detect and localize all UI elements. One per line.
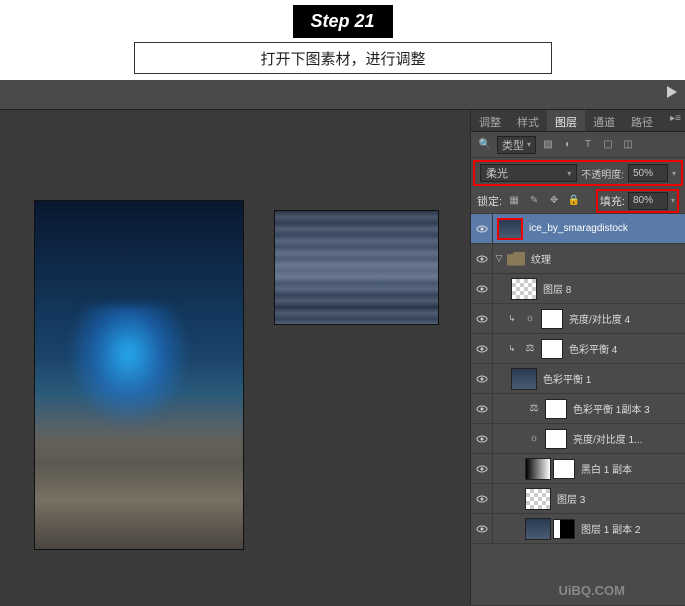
- lock-position-icon[interactable]: ✥: [546, 193, 562, 209]
- lock-transparent-icon[interactable]: ▦: [506, 193, 522, 209]
- filter-kind-select[interactable]: 类型 ▾: [497, 136, 536, 154]
- layer-row[interactable]: 图层 3: [471, 484, 685, 514]
- lock-pixels-icon[interactable]: ✎: [526, 193, 542, 209]
- layer-name: 色彩平衡 4: [569, 341, 617, 356]
- blend-mode-value: 柔光: [486, 165, 508, 181]
- fill-value: 80%: [633, 195, 653, 206]
- chevron-down-icon[interactable]: ▾: [672, 169, 676, 178]
- layer-name: ice_by_smaragdistock: [529, 223, 628, 234]
- layer-name: 图层 3: [557, 491, 585, 506]
- visibility-toggle[interactable]: [471, 304, 493, 333]
- filter-adjust-icon[interactable]: ◐: [560, 137, 576, 153]
- layer-name: 黑白 1 副本: [581, 461, 632, 476]
- opacity-label: 不透明度:: [581, 166, 624, 181]
- visibility-toggle[interactable]: [471, 334, 493, 363]
- search-icon[interactable]: 🔍: [477, 137, 493, 153]
- layer-mask[interactable]: [545, 399, 567, 419]
- tab-channels[interactable]: 通道: [585, 110, 623, 131]
- visibility-toggle[interactable]: [471, 244, 493, 273]
- chevron-down-icon: ▾: [567, 169, 571, 178]
- color-balance-icon: ⚖: [525, 400, 543, 418]
- tab-adjustments[interactable]: 调整: [471, 110, 509, 131]
- clip-icon: ↳: [507, 314, 517, 323]
- layer-name: 亮度/对比度 4: [569, 311, 630, 326]
- layer-filter-row: 🔍 类型 ▾ ▧ ◐ T ▢ ◫: [471, 132, 685, 158]
- layer-row[interactable]: ice_by_smaragdistock: [471, 214, 685, 244]
- lock-fill-row: 锁定: ▦ ✎ ✥ 🔒 填充: 80% ▾: [471, 188, 685, 214]
- layer-mask[interactable]: [545, 429, 567, 449]
- layer-name: 图层 1 副本 2: [581, 521, 640, 536]
- layer-name: 色彩平衡 1副本 3: [573, 401, 650, 416]
- brightness-icon: ☼: [521, 310, 539, 328]
- filter-shape-icon[interactable]: ▢: [600, 137, 616, 153]
- photoshop-workspace: ▸≡ 调整 样式 图层 通道 路径 🔍 类型 ▾ ▧ ◐ T ▢ ◫ 柔光 ▾: [0, 80, 685, 606]
- folder-icon: [507, 252, 525, 266]
- visibility-toggle[interactable]: [471, 274, 493, 303]
- layer-row[interactable]: 图层 1 副本 2: [471, 514, 685, 544]
- tab-layers[interactable]: 图层: [547, 110, 585, 131]
- visibility-toggle[interactable]: [471, 484, 493, 513]
- filter-type-icon[interactable]: T: [580, 137, 596, 153]
- filter-pixel-icon[interactable]: ▧: [540, 137, 556, 153]
- visibility-toggle[interactable]: [471, 424, 493, 453]
- tab-styles[interactable]: 样式: [509, 110, 547, 131]
- color-balance-icon: ⚖: [521, 340, 539, 358]
- layer-name: 纹理: [531, 251, 551, 266]
- visibility-toggle[interactable]: [471, 214, 493, 243]
- opacity-value: 50%: [633, 168, 653, 179]
- canvas-main-image[interactable]: [34, 200, 244, 550]
- layer-row[interactable]: ↳ ⚖ 色彩平衡 4: [471, 334, 685, 364]
- layers-panel: ▸≡ 调整 样式 图层 通道 路径 🔍 类型 ▾ ▧ ◐ T ▢ ◫ 柔光 ▾: [470, 110, 685, 605]
- fill-input[interactable]: 80%: [628, 192, 668, 210]
- clip-icon: ↳: [507, 344, 517, 353]
- visibility-toggle[interactable]: [471, 454, 493, 483]
- layer-group-row[interactable]: ▽ 纹理: [471, 244, 685, 274]
- play-icon[interactable]: [667, 86, 677, 98]
- blend-opacity-row: 柔光 ▾ 不透明度: 50% ▾: [473, 160, 683, 186]
- tab-paths[interactable]: 路径: [623, 110, 661, 131]
- layer-thumbnail[interactable]: [525, 488, 551, 510]
- options-bar: [0, 80, 685, 110]
- group-collapse-icon[interactable]: ▽: [493, 253, 505, 264]
- layer-thumbnail[interactable]: [511, 278, 537, 300]
- filter-smart-icon[interactable]: ◫: [620, 137, 636, 153]
- lock-label: 锁定:: [477, 193, 502, 209]
- blend-mode-select[interactable]: 柔光 ▾: [480, 164, 577, 182]
- layers-list: ice_by_smaragdistock ▽ 纹理 图层 8 ↳ ☼: [471, 214, 685, 544]
- layer-mask[interactable]: [541, 339, 563, 359]
- layer-thumbnail[interactable]: [497, 218, 523, 240]
- brightness-icon: ☼: [525, 430, 543, 448]
- layer-mask[interactable]: [541, 309, 563, 329]
- layer-name: 色彩平衡 1: [543, 371, 591, 386]
- visibility-toggle[interactable]: [471, 514, 493, 543]
- lock-all-icon[interactable]: 🔒: [566, 193, 582, 209]
- layer-row[interactable]: 图层 8: [471, 274, 685, 304]
- panel-tabs: 调整 样式 图层 通道 路径: [471, 110, 685, 132]
- fill-highlight: 填充: 80% ▾: [596, 189, 679, 213]
- description-box: 打开下图素材，进行调整: [134, 42, 552, 74]
- layer-mask[interactable]: [553, 519, 575, 539]
- layer-row[interactable]: 色彩平衡 1: [471, 364, 685, 394]
- layer-thumbnail[interactable]: [511, 368, 537, 390]
- fill-label: 填充:: [600, 193, 625, 209]
- visibility-toggle[interactable]: [471, 394, 493, 423]
- panel-menu-icon[interactable]: ▸≡: [670, 113, 681, 124]
- canvas-texture-image[interactable]: [274, 210, 439, 325]
- layer-name: 图层 8: [543, 281, 571, 296]
- watermark: UiBQ.COM: [559, 583, 625, 598]
- chevron-down-icon[interactable]: ▾: [671, 196, 675, 205]
- step-badge: Step 21: [292, 5, 392, 38]
- layer-row[interactable]: ↳ ☼ 亮度/对比度 4: [471, 304, 685, 334]
- chevron-down-icon: ▾: [527, 140, 531, 149]
- layer-mask[interactable]: [553, 459, 575, 479]
- layer-thumbnail[interactable]: [525, 518, 551, 540]
- filter-kind-label: 类型: [502, 137, 524, 153]
- layer-row[interactable]: ⚖ 色彩平衡 1副本 3: [471, 394, 685, 424]
- layer-name: 亮度/对比度 1...: [573, 431, 642, 446]
- visibility-toggle[interactable]: [471, 364, 493, 393]
- bw-adjustment-icon: [525, 458, 551, 480]
- opacity-input[interactable]: 50%: [628, 164, 668, 182]
- layer-row[interactable]: ☼ 亮度/对比度 1...: [471, 424, 685, 454]
- layer-row[interactable]: 黑白 1 副本: [471, 454, 685, 484]
